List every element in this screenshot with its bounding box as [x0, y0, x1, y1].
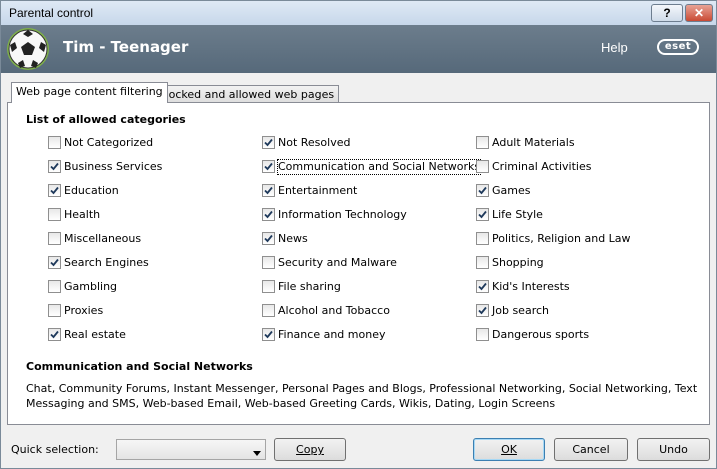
category-label: Education	[64, 184, 119, 197]
profile-name: Tim - Teenager	[63, 38, 189, 56]
quick-selection-dropdown[interactable]	[116, 439, 266, 460]
category-label: Criminal Activities	[492, 160, 592, 173]
category-label: Not Categorized	[64, 136, 154, 149]
checkbox-checked-icon[interactable]	[476, 208, 489, 221]
category-label: Kid's Interests	[492, 280, 570, 293]
checkbox-unchecked-icon[interactable]	[48, 136, 61, 149]
category-label: Proxies	[64, 304, 104, 317]
checkbox-unchecked-icon[interactable]	[476, 160, 489, 173]
category-label: Entertainment	[278, 184, 358, 197]
ok-button-label: OK	[501, 443, 517, 456]
checkbox-checked-icon[interactable]	[476, 280, 489, 293]
checkbox-checked-icon[interactable]	[476, 304, 489, 317]
cancel-button[interactable]: Cancel	[554, 438, 628, 461]
category-label: Information Technology	[278, 208, 407, 221]
category-label: Shopping	[492, 256, 544, 269]
title-bar: Parental control ? ✕	[1, 1, 716, 25]
category-description-heading: Communication and Social Networks	[26, 360, 253, 373]
checkbox-unchecked-icon[interactable]	[476, 256, 489, 269]
checkbox-unchecked-icon[interactable]	[262, 280, 275, 293]
checkbox-checked-icon[interactable]	[262, 328, 275, 341]
checkbox-unchecked-icon[interactable]	[476, 136, 489, 149]
checkbox-checked-icon[interactable]	[262, 160, 275, 173]
checkbox-unchecked-icon[interactable]	[476, 232, 489, 245]
category-label: Not Resolved	[278, 136, 351, 149]
checkbox-checked-icon[interactable]	[48, 184, 61, 197]
checkbox-checked-icon[interactable]	[262, 136, 275, 149]
category-label: Security and Malware	[278, 256, 397, 269]
category-label: Life Style	[492, 208, 543, 221]
checkbox-unchecked-icon[interactable]	[48, 304, 61, 317]
category-label: Real estate	[64, 328, 126, 341]
category-label: Politics, Religion and Law	[492, 232, 631, 245]
category-label: Search Engines	[64, 256, 149, 269]
copy-button-label: Copy	[296, 443, 324, 456]
category-label: Finance and money	[278, 328, 386, 341]
category-label: Games	[492, 184, 531, 197]
undo-button-label: Undo	[659, 443, 688, 456]
checkbox-checked-icon[interactable]	[476, 184, 489, 197]
ok-button[interactable]: OK	[473, 438, 545, 461]
checkbox-unchecked-icon[interactable]	[48, 232, 61, 245]
checkbox-checked-icon[interactable]	[262, 232, 275, 245]
cancel-button-label: Cancel	[572, 443, 610, 456]
category-label: Alcohol and Tobacco	[278, 304, 390, 317]
checkbox-checked-icon[interactable]	[48, 160, 61, 173]
category-label: News	[278, 232, 308, 245]
category-label: Adult Materials	[492, 136, 575, 149]
category-description-text: Chat, Community Forums, Instant Messenge…	[26, 382, 698, 410]
checkbox-checked-icon[interactable]	[262, 208, 275, 221]
tab-web-page-content-filtering[interactable]: Web page content filtering	[11, 82, 168, 103]
quick-selection-label: Quick selection:	[11, 443, 99, 456]
profile-header: Tim - Teenager Help eset	[1, 25, 716, 73]
checkbox-unchecked-icon[interactable]	[262, 304, 275, 317]
category-label: Job search	[492, 304, 549, 317]
allowed-categories-heading: List of allowed categories	[26, 113, 186, 126]
content-filtering-panel: List of allowed categories Not Categoriz…	[7, 102, 710, 425]
category-label: Miscellaneous	[64, 232, 142, 245]
checkbox-checked-icon[interactable]	[48, 256, 61, 269]
help-link[interactable]: Help	[601, 40, 628, 55]
checkbox-unchecked-icon[interactable]	[48, 280, 61, 293]
eset-logo: eset	[657, 39, 699, 55]
checkbox-unchecked-icon[interactable]	[476, 328, 489, 341]
window-title: Parental control	[9, 6, 94, 20]
category-label: Gambling	[64, 280, 118, 293]
checkbox-unchecked-icon[interactable]	[262, 256, 275, 269]
help-title-button[interactable]: ?	[651, 4, 683, 22]
category-label: Health	[64, 208, 101, 221]
parental-control-window: Parental control ? ✕ Tim - Teenager Help…	[0, 0, 717, 469]
checkbox-checked-icon[interactable]	[262, 184, 275, 197]
undo-button[interactable]: Undo	[637, 438, 710, 461]
category-label: Business Services	[64, 160, 163, 173]
soccer-ball-avatar	[7, 28, 49, 70]
category-label: Communication and Social Networks	[276, 159, 482, 175]
category-label: File sharing	[278, 280, 341, 293]
checkbox-unchecked-icon[interactable]	[48, 208, 61, 221]
category-label: Dangerous sports	[492, 328, 590, 341]
close-button[interactable]: ✕	[685, 4, 713, 22]
dropdown-arrow-icon	[253, 446, 261, 459]
copy-button[interactable]: Copy	[274, 438, 346, 461]
checkbox-checked-icon[interactable]	[48, 328, 61, 341]
